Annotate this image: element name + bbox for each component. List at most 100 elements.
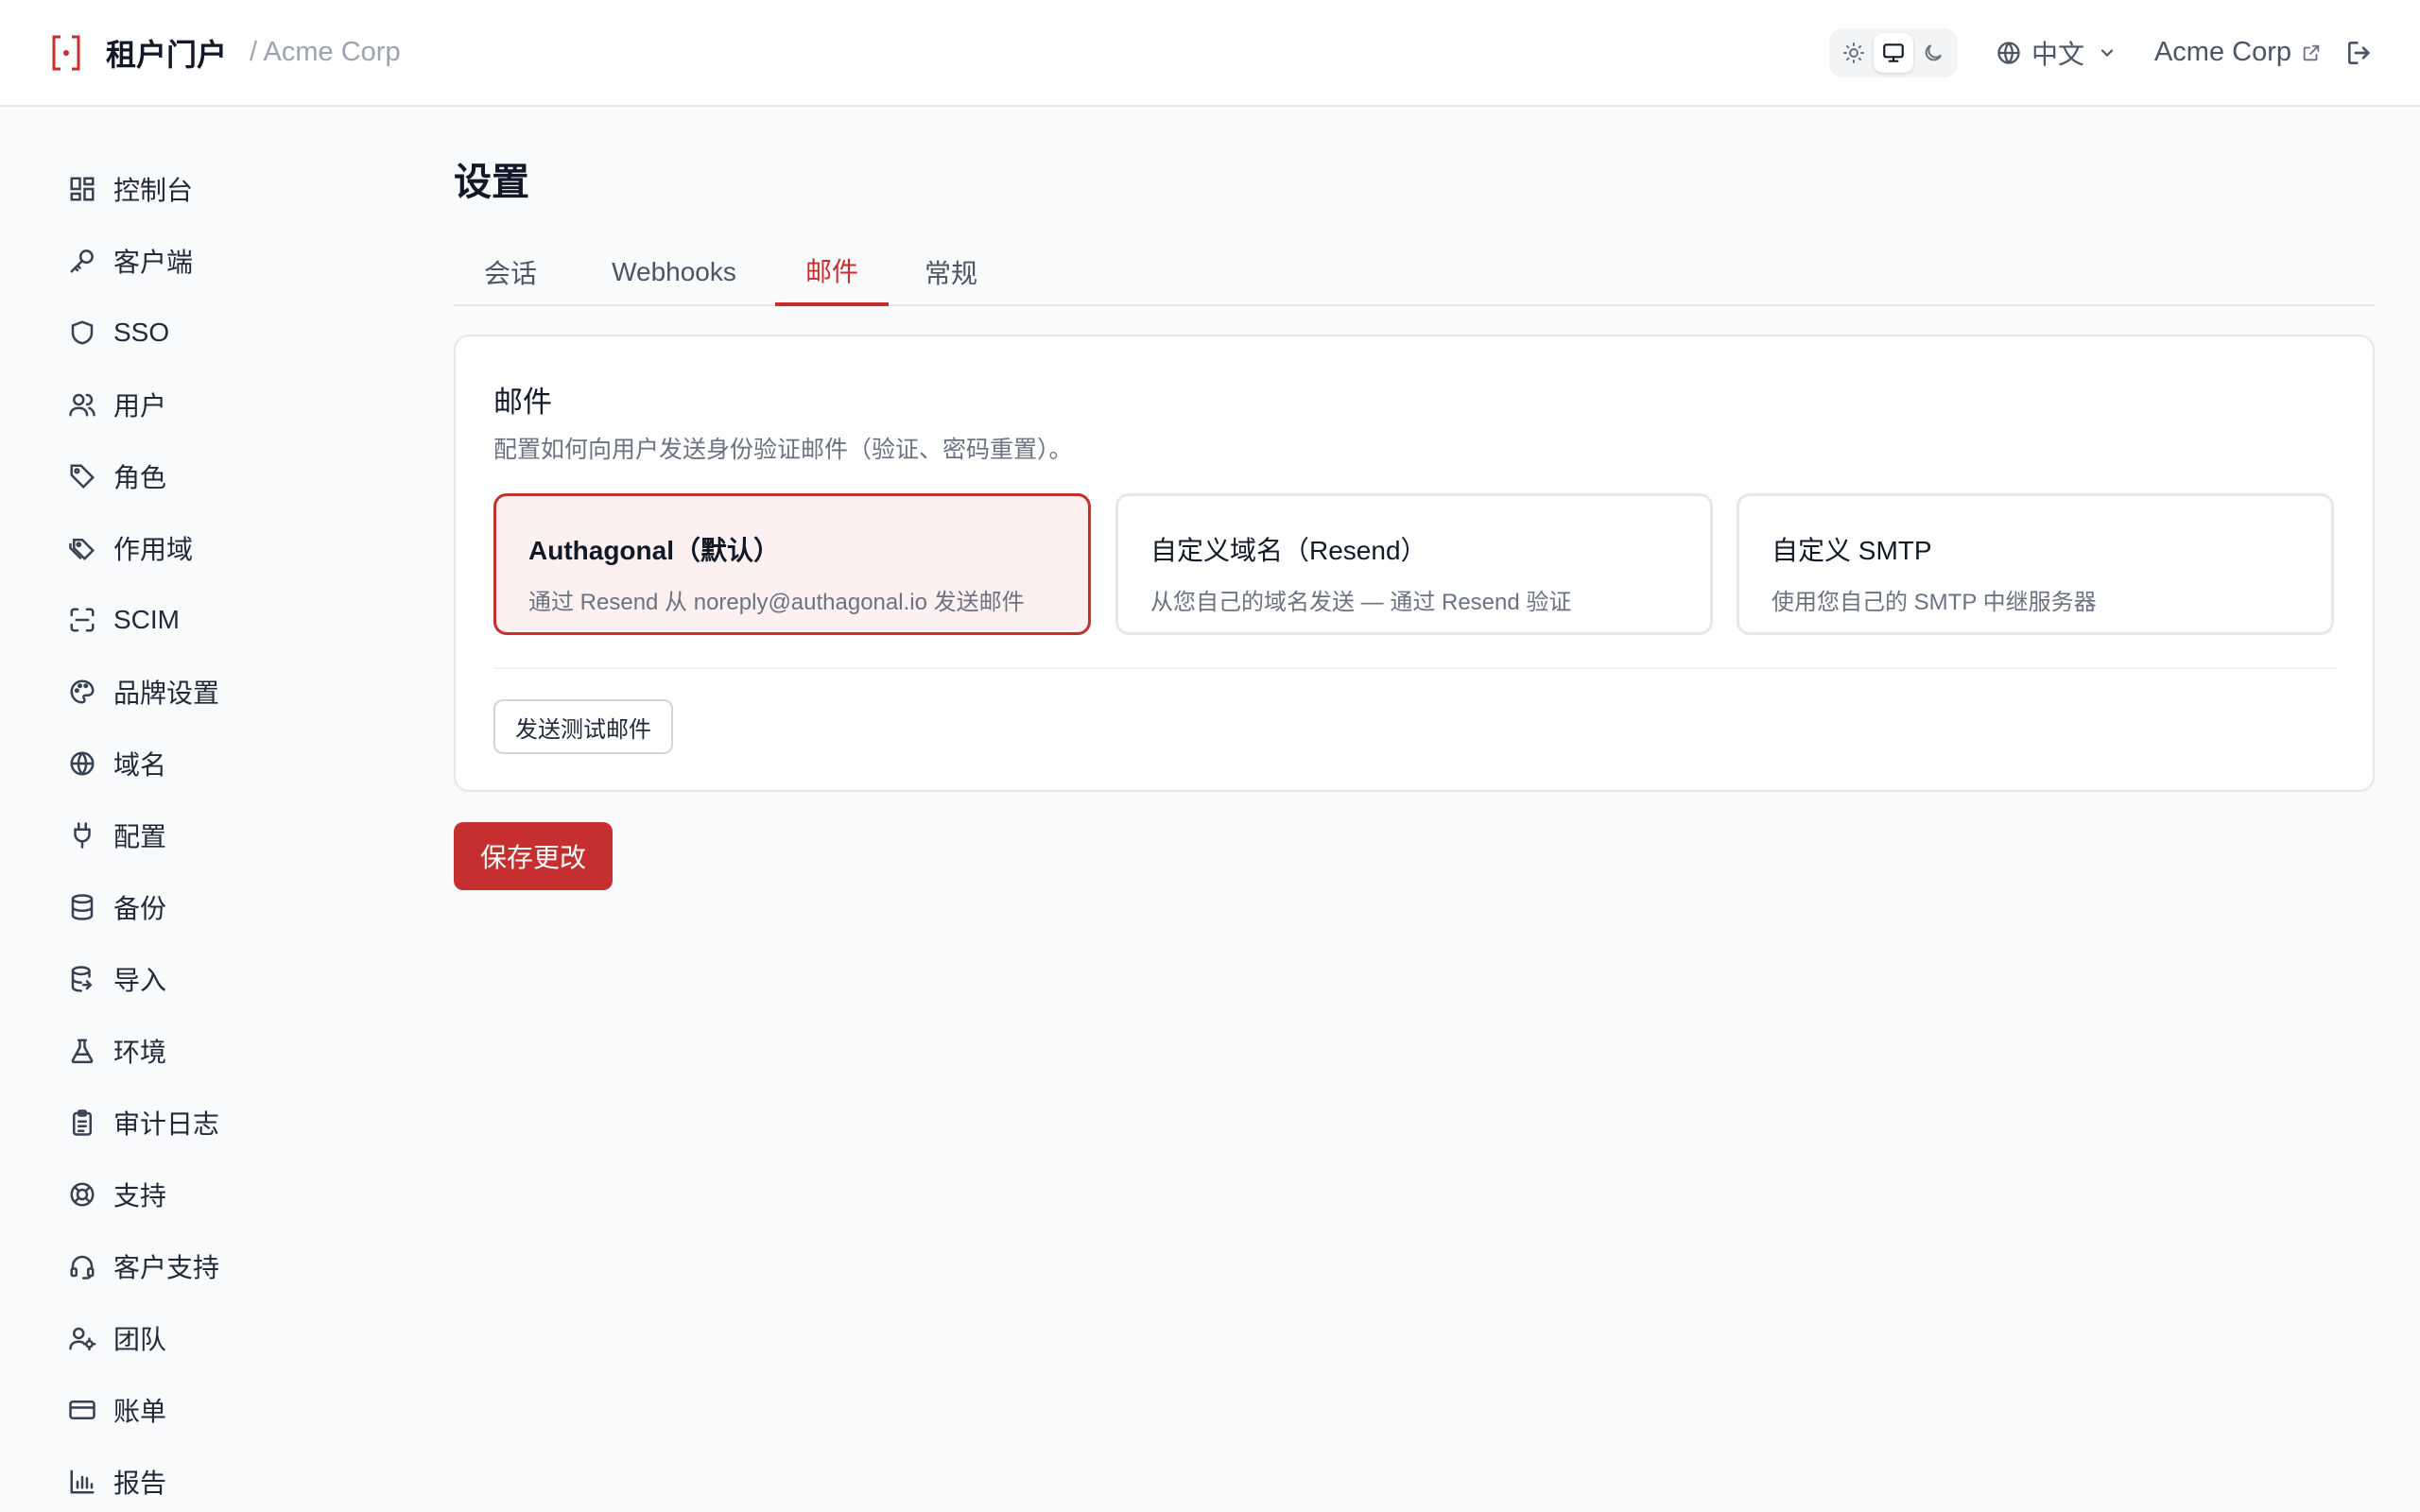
email-option-custom-smtp[interactable]: 自定义 SMTP 使用您自己的 SMTP 中继服务器 xyxy=(1737,493,2334,635)
option-title: 自定义域名（Resend） xyxy=(1150,536,1427,565)
sidebar-item-label: 环境 xyxy=(113,1038,167,1067)
sidebar-item-clients[interactable]: 客户端 xyxy=(66,237,193,284)
sidebar-item-roles[interactable]: 角色 xyxy=(66,453,166,500)
sidebar-item-label: 备份 xyxy=(113,894,167,923)
sidebar-item-environments[interactable]: 环境 xyxy=(66,1027,166,1074)
language-label: 中文 xyxy=(2031,39,2084,69)
app-title: 租户门户 xyxy=(106,37,228,72)
card-title: 邮件 xyxy=(493,386,552,419)
org-breadcrumb: / Acme Corp xyxy=(250,37,401,67)
sidebar-item-team[interactable]: 团队 xyxy=(66,1314,166,1362)
key-icon xyxy=(66,245,98,277)
sidebar-item-sso[interactable]: SSO xyxy=(66,309,169,356)
tab-email[interactable]: 邮件 xyxy=(775,238,889,306)
tab-label: Webhooks xyxy=(612,257,736,286)
sidebar-item-audit-log[interactable]: 审计日志 xyxy=(66,1099,219,1146)
email-settings-card: 邮件 配置如何向用户发送身份验证邮件（验证、密码重置）。 Authagonal（… xyxy=(454,335,2375,792)
sidebar-item-branding[interactable]: 品牌设置 xyxy=(66,668,219,715)
sidebar-item-label: 控制台 xyxy=(113,176,194,205)
save-changes-button[interactable]: 保存更改 xyxy=(454,822,613,890)
tags-icon xyxy=(66,532,98,564)
sidebar-item-label: 报告 xyxy=(113,1469,167,1498)
sidebar-item-label: 团队 xyxy=(113,1325,167,1354)
sidebar-item-backup[interactable]: 备份 xyxy=(66,884,166,931)
org-link-label: Acme Corp xyxy=(2153,37,2291,67)
brand-logo-icon xyxy=(51,34,85,72)
tab-label: 会话 xyxy=(483,259,537,288)
sidebar-item-configuration[interactable]: 配置 xyxy=(66,812,166,859)
sidebar-item-support[interactable]: 支持 xyxy=(66,1171,166,1218)
card-description: 配置如何向用户发送身份验证邮件（验证、密码重置）。 xyxy=(493,437,1073,463)
bar-chart-icon xyxy=(66,1466,98,1498)
flask-icon xyxy=(66,1035,98,1067)
logout-button[interactable] xyxy=(2344,38,2375,68)
sidebar-item-billing[interactable]: 账单 xyxy=(66,1386,166,1434)
sidebar-item-label: 角色 xyxy=(113,463,167,492)
sidebar-item-label: 客户支持 xyxy=(113,1253,220,1282)
tab-webhooks[interactable]: Webhooks xyxy=(567,238,781,306)
header-actions: 中文 Acme Corp xyxy=(1828,27,2375,77)
light-theme-button[interactable] xyxy=(1834,33,1874,73)
sidebar-item-scopes[interactable]: 作用域 xyxy=(66,524,193,572)
sidebar-item-users[interactable]: 用户 xyxy=(66,381,166,428)
sidebar-item-label: 导入 xyxy=(113,966,167,995)
email-option-custom-domain[interactable]: 自定义域名（Resend） 从您自己的域名发送 — 通过 Resend 验证 xyxy=(1115,493,1713,635)
option-title: 自定义 SMTP xyxy=(1772,536,1932,565)
lifebuoy-icon xyxy=(66,1178,98,1211)
sidebar-item-scim[interactable]: SCIM xyxy=(66,596,180,644)
headset-icon xyxy=(66,1250,98,1282)
sidebar-item-dashboard[interactable]: 控制台 xyxy=(66,165,193,213)
option-description: 从您自己的域名发送 — 通过 Resend 验证 xyxy=(1150,590,1572,615)
scan-icon xyxy=(66,604,98,636)
page-title: 设置 xyxy=(454,162,529,203)
logout-icon xyxy=(2348,41,2371,64)
database-icon xyxy=(66,891,98,923)
sidebar-item-reports[interactable]: 报告 xyxy=(66,1458,166,1505)
dashboard-icon xyxy=(66,173,98,205)
sidebar-item-label: 品牌设置 xyxy=(113,679,220,708)
monitor-icon xyxy=(1883,43,1904,62)
sidebar-item-label: 配置 xyxy=(113,822,167,851)
external-link-icon xyxy=(2301,43,2322,63)
org-link[interactable]: Acme Corp xyxy=(2154,37,2322,68)
email-option-authagonal[interactable]: Authagonal（默认） 通过 Resend 从 noreply@autha… xyxy=(493,493,1091,635)
top-header: 租户门户 / Acme Corp 中文 Acme Corp xyxy=(0,0,2420,107)
dark-theme-button[interactable] xyxy=(1913,33,1953,73)
sidebar-item-label: 域名 xyxy=(113,750,167,780)
user-cog-icon xyxy=(66,1322,98,1354)
globe-icon xyxy=(1996,40,2022,66)
send-test-email-button[interactable]: 发送测试邮件 xyxy=(493,699,673,754)
users-icon xyxy=(66,388,98,421)
system-theme-button[interactable] xyxy=(1873,32,1913,73)
language-selector[interactable]: 中文 xyxy=(1996,34,2117,72)
clipboard-icon xyxy=(66,1107,98,1139)
sidebar-item-customer-support[interactable]: 客户支持 xyxy=(66,1243,219,1290)
sidebar-item-label: 作用域 xyxy=(113,535,194,564)
shield-icon xyxy=(66,317,98,349)
tag-icon xyxy=(66,460,98,492)
sidebar-item-label: 用户 xyxy=(113,391,167,421)
sidebar-item-label: 客户端 xyxy=(113,248,194,277)
option-description: 使用您自己的 SMTP 中继服务器 xyxy=(1772,590,2097,615)
sidebar-item-label: 支持 xyxy=(113,1181,167,1211)
sidebar-item-label: SCIM xyxy=(113,605,180,634)
brand[interactable]: 租户门户 / Acme Corp xyxy=(51,31,401,75)
settings-tabs: 会话 Webhooks 邮件 常规 xyxy=(454,238,2375,306)
sidebar-item-import[interactable]: 导入 xyxy=(66,955,166,1003)
option-title: Authagonal（默认） xyxy=(528,536,780,565)
sidebar-item-label: 账单 xyxy=(113,1397,167,1426)
sidebar-item-domains[interactable]: 域名 xyxy=(66,740,166,787)
tab-sessions[interactable]: 会话 xyxy=(454,238,567,306)
database-import-icon xyxy=(66,963,98,995)
tab-label: 邮件 xyxy=(804,257,858,286)
theme-toggle xyxy=(1828,27,1958,77)
tab-general[interactable]: 常规 xyxy=(894,238,1008,306)
sun-icon xyxy=(1842,42,1864,63)
chevron-down-icon xyxy=(2098,43,2117,62)
globe-icon xyxy=(66,747,98,780)
moon-icon xyxy=(1925,43,1942,60)
palette-icon xyxy=(66,676,98,708)
credit-card-icon xyxy=(66,1394,98,1426)
sidebar-item-label: SSO xyxy=(113,318,170,347)
sidebar: 控制台 客户端 SSO 用户 角色 作用域 SCIM 品牌设置 域名 配置 备份 xyxy=(0,107,397,1512)
